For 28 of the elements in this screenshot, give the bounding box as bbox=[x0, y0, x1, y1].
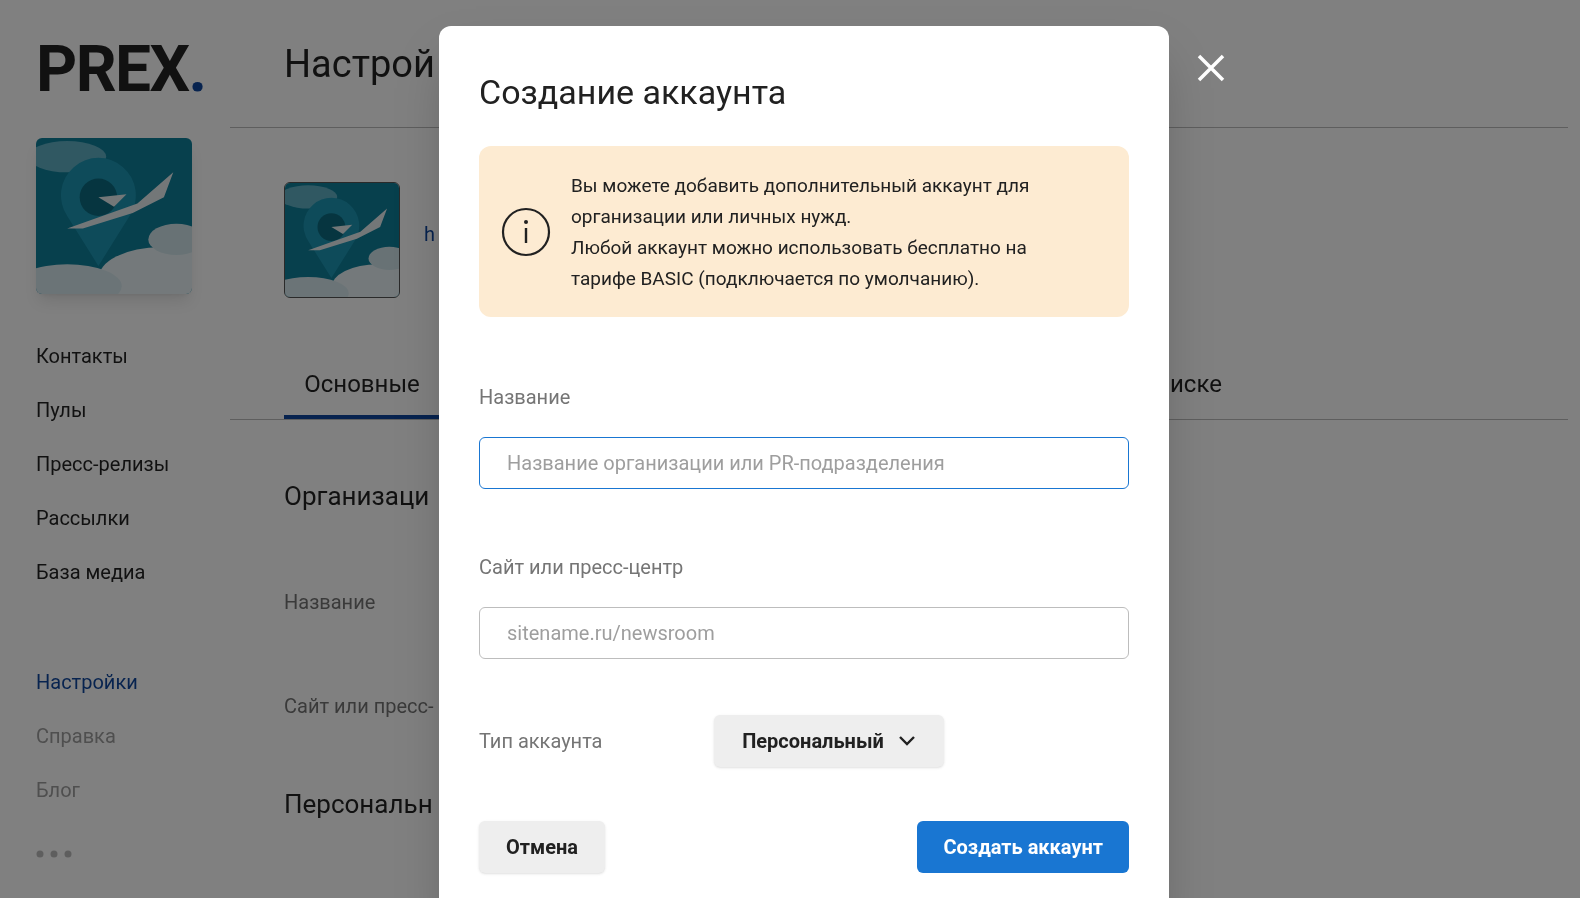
account-type-dropdown[interactable]: Персональный bbox=[714, 715, 944, 767]
nav-link[interactable]: Настройки bbox=[36, 668, 230, 696]
info-text: Вы можете добавить дополнительный аккаунт для организации или личных нужд. bbox=[571, 172, 1031, 230]
section-heading: Персональн bbox=[284, 788, 434, 820]
page-title: Настрой bbox=[284, 41, 435, 88]
nav-link[interactable]: Контакты bbox=[36, 342, 230, 370]
nav-link[interactable]: Рассылки bbox=[36, 504, 230, 532]
input-field[interactable]: sitename.ru/newsroom bbox=[479, 607, 1129, 659]
logo[interactable]: PREX. bbox=[36, 30, 230, 110]
info-text: Любой аккаунт можно использовать бесплатно на тарифе BASIC (подключается по умолчанию). bbox=[571, 234, 1028, 292]
tab[interactable]: иске bbox=[1170, 352, 1222, 419]
field-label: Сайт или пресс-центр bbox=[479, 554, 685, 581]
info-icon bbox=[501, 206, 551, 257]
input-field[interactable]: Название организации или PR-подразделения bbox=[479, 437, 1129, 489]
chevron-down-icon bbox=[897, 735, 916, 747]
nav-link[interactable]: Пресс-релизы bbox=[36, 450, 230, 478]
nav-link[interactable]: Пулы bbox=[36, 396, 230, 424]
field-label: Тип аккаунта bbox=[479, 728, 604, 755]
field-label: Сайт или пресс- bbox=[284, 693, 435, 720]
close-icon[interactable] bbox=[1197, 54, 1225, 82]
section-heading: Организаци bbox=[284, 480, 431, 512]
dialog-title: Создание аккаунта bbox=[479, 71, 788, 114]
cancel-button[interactable]: Отмена bbox=[479, 821, 605, 873]
create-account-button[interactable]: Создать аккаунт bbox=[917, 821, 1129, 873]
field-label: Название bbox=[479, 384, 572, 411]
account-link[interactable]: h bbox=[424, 222, 435, 246]
field-label: Название bbox=[284, 589, 377, 616]
nav-link[interactable]: База медиа bbox=[36, 558, 230, 586]
